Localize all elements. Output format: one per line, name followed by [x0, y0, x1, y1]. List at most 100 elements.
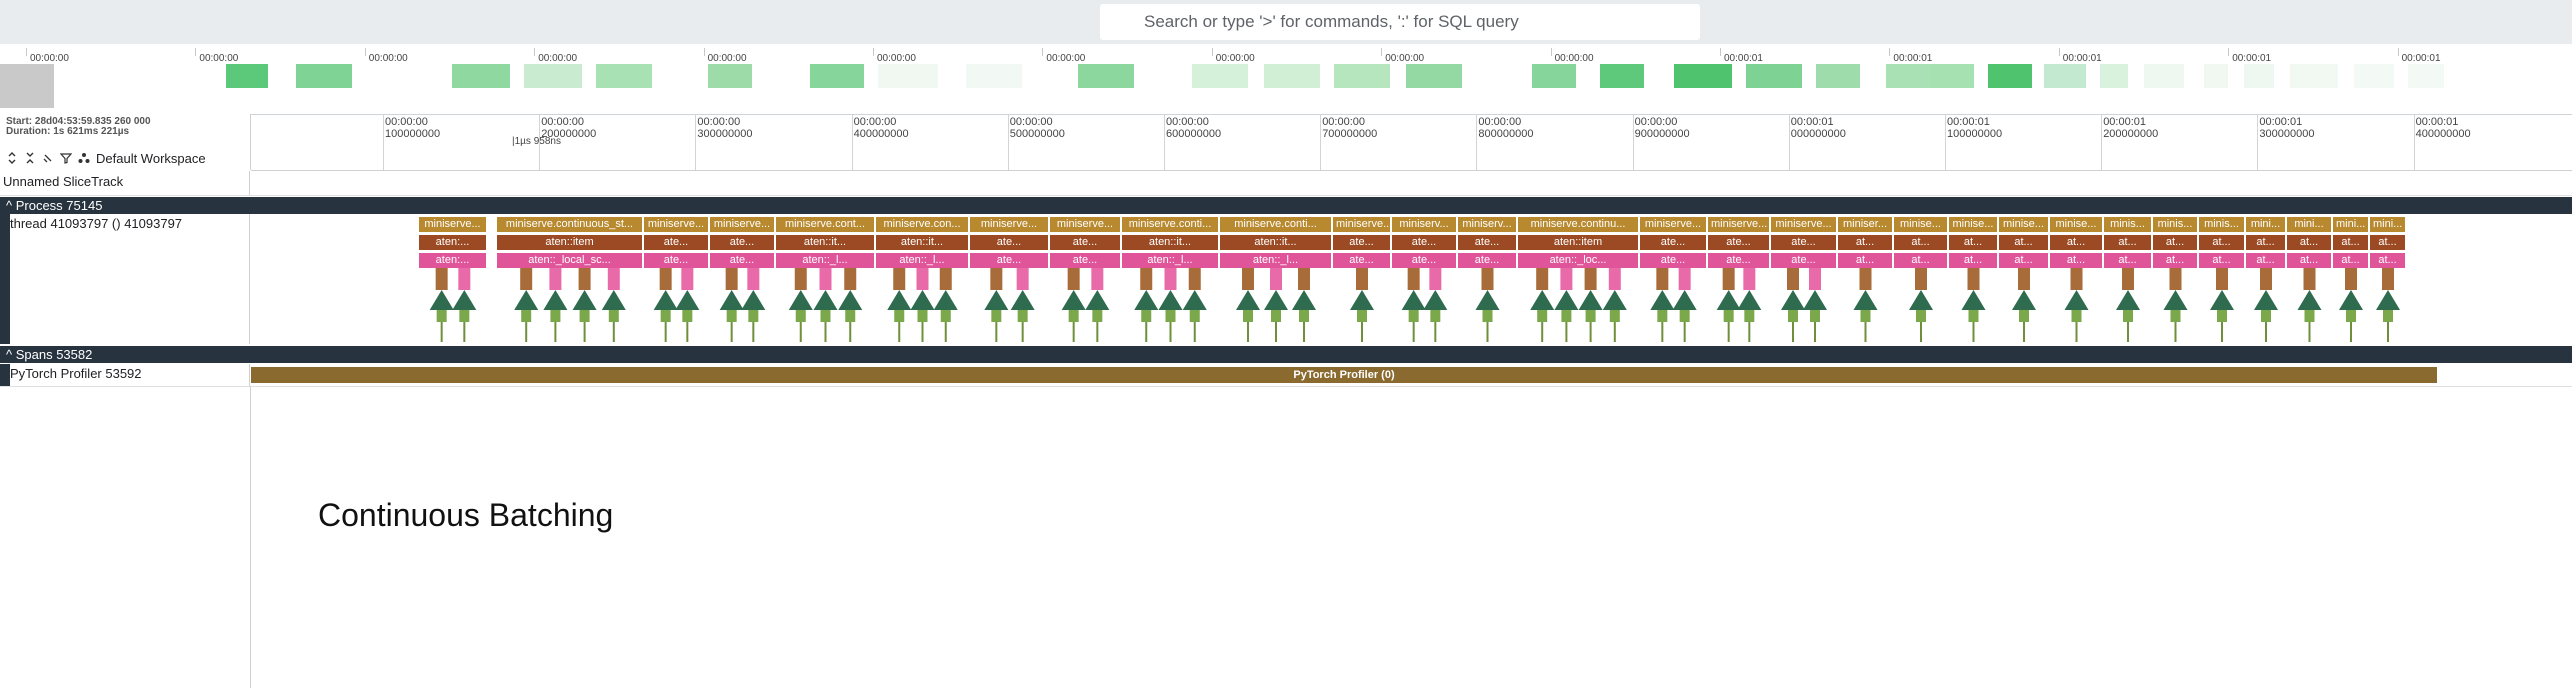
- slice-aten-item[interactable]: ate...: [1640, 235, 1706, 250]
- slice-miniserve[interactable]: minise...: [1949, 217, 1997, 232]
- slice-aten-local[interactable]: at...: [2333, 253, 2368, 268]
- slice-aten-local[interactable]: at...: [2050, 253, 2102, 268]
- slice-miniserve[interactable]: miniserve.cont...: [776, 217, 874, 232]
- slice-miniserve[interactable]: minise...: [1999, 217, 2048, 232]
- slice-miniserve[interactable]: minis...: [2104, 217, 2151, 232]
- pin-icon[interactable]: [42, 152, 54, 164]
- slice-aten-item[interactable]: at...: [1894, 235, 1947, 250]
- slice-miniserve[interactable]: miniserve.conti...: [1122, 217, 1218, 232]
- slice-aten-item[interactable]: ate...: [1458, 235, 1516, 250]
- slice-miniserve[interactable]: miniserv...: [1392, 217, 1456, 232]
- slice-miniserve[interactable]: miniser...: [1838, 217, 1892, 232]
- slice-miniserve[interactable]: minise...: [1894, 217, 1947, 232]
- slice-aten-item[interactable]: at...: [2370, 235, 2405, 250]
- slice-aten-item[interactable]: at...: [1999, 235, 2048, 250]
- slice-aten-item[interactable]: ate...: [1333, 235, 1390, 250]
- slice-miniserve[interactable]: miniserve...: [1708, 217, 1769, 232]
- slice-aten-item[interactable]: at...: [2246, 235, 2285, 250]
- collapse-all-icon[interactable]: [24, 152, 36, 164]
- slice-aten-item[interactable]: aten:...: [419, 235, 486, 250]
- slice-aten-local[interactable]: aten::_l...: [1220, 253, 1331, 268]
- slice-aten-local[interactable]: ate...: [1333, 253, 1390, 268]
- slice-aten-item[interactable]: ate...: [1708, 235, 1769, 250]
- slice-aten-item[interactable]: aten::item: [497, 235, 642, 250]
- slice-miniserve[interactable]: miniserve...: [1050, 217, 1120, 232]
- slice-miniserve[interactable]: minis...: [2199, 217, 2244, 232]
- slice-aten-local[interactable]: aten::_l...: [1122, 253, 1218, 268]
- slice-aten-local[interactable]: at...: [1999, 253, 2048, 268]
- slice-aten-local[interactable]: at...: [1894, 253, 1947, 268]
- slice-miniserve[interactable]: miniserve...: [1640, 217, 1706, 232]
- slice-aten-local[interactable]: ate...: [1050, 253, 1120, 268]
- slice-aten-item[interactable]: aten::item: [1518, 235, 1638, 250]
- slice-aten-local[interactable]: aten::_l...: [876, 253, 968, 268]
- slice-aten-local[interactable]: ate...: [1458, 253, 1516, 268]
- process-group-header[interactable]: ^ Process 75145: [0, 197, 2572, 214]
- overview-timeline[interactable]: 00:00:00 00:00:00 00:00:00 00:00:00 00:00:00…: [0, 44, 2572, 115]
- slice-miniserve[interactable]: miniserve...: [644, 217, 708, 232]
- slice-miniserve[interactable]: mini...: [2333, 217, 2368, 232]
- slice-miniserve[interactable]: miniserve...: [970, 217, 1048, 232]
- slice-aten-item[interactable]: at...: [2333, 235, 2368, 250]
- profiler-slice[interactable]: PyTorch Profiler (0): [251, 367, 2437, 383]
- slice-aten-local[interactable]: at...: [2370, 253, 2405, 268]
- slice-aten-item[interactable]: at...: [2287, 235, 2331, 250]
- slice-aten-local[interactable]: at...: [2287, 253, 2331, 268]
- slice-miniserve[interactable]: miniserve.con...: [876, 217, 968, 232]
- slice-miniserve[interactable]: minise...: [2050, 217, 2102, 232]
- slice-aten-item[interactable]: ate...: [710, 235, 774, 250]
- spans-group-header[interactable]: ^ Spans 53582: [0, 346, 2572, 363]
- slice-miniserve[interactable]: miniserv...: [1458, 217, 1516, 232]
- slice-miniserve[interactable]: miniserve...: [710, 217, 774, 232]
- slice-aten-local[interactable]: ate...: [1771, 253, 1836, 268]
- overview-handle[interactable]: [0, 64, 54, 108]
- slice-aten-item[interactable]: at...: [2104, 235, 2151, 250]
- slice-aten-item[interactable]: ate...: [644, 235, 708, 250]
- thread-track-area[interactable]: miniserve... aten:... aten:... miniserve.co…: [251, 214, 2572, 344]
- slice-aten-local[interactable]: at...: [2199, 253, 2244, 268]
- slice-aten-local[interactable]: ate...: [1708, 253, 1769, 268]
- slice-aten-item[interactable]: aten::it...: [776, 235, 874, 250]
- slice-aten-local[interactable]: ate...: [710, 253, 774, 268]
- slice-aten-item[interactable]: at...: [1838, 235, 1892, 250]
- slice-aten-item[interactable]: ate...: [1392, 235, 1456, 250]
- slice-miniserve[interactable]: miniserve.continu...: [1518, 217, 1638, 232]
- expand-all-icon[interactable]: [6, 152, 18, 164]
- slice-aten-local[interactable]: ate...: [644, 253, 708, 268]
- slice-miniserve[interactable]: mini...: [2246, 217, 2285, 232]
- slice-miniserve[interactable]: minis...: [2153, 217, 2197, 232]
- slice-aten-local[interactable]: ate...: [1392, 253, 1456, 268]
- slice-miniserve[interactable]: mini...: [2287, 217, 2331, 232]
- slice-miniserve[interactable]: mini...: [2370, 217, 2405, 232]
- slice-aten-local[interactable]: at...: [2153, 253, 2197, 268]
- slice-aten-local[interactable]: at...: [2104, 253, 2151, 268]
- slice-aten-item[interactable]: ate...: [970, 235, 1048, 250]
- slice-aten-item[interactable]: at...: [2199, 235, 2244, 250]
- slice-aten-local[interactable]: aten::_loc...: [1518, 253, 1638, 268]
- slice-aten-item[interactable]: aten::it...: [1220, 235, 1331, 250]
- slice-aten-item[interactable]: aten::it...: [1122, 235, 1218, 250]
- workspace-name[interactable]: Default Workspace: [96, 151, 206, 166]
- slice-aten-local[interactable]: aten:...: [419, 253, 486, 268]
- slice-miniserve[interactable]: miniserve.continuous_st...: [497, 217, 642, 232]
- slice-aten-local[interactable]: aten::_local_sc...: [497, 253, 642, 268]
- filter-icon[interactable]: [60, 152, 72, 164]
- slice-aten-item[interactable]: ate...: [1771, 235, 1836, 250]
- slice-miniserve[interactable]: miniserve...: [419, 217, 486, 232]
- slice-aten-item[interactable]: aten::it...: [876, 235, 968, 250]
- slice-aten-item[interactable]: at...: [2153, 235, 2197, 250]
- search-input[interactable]: [1100, 4, 1700, 40]
- workspace-icon[interactable]: [78, 152, 90, 164]
- slice-aten-item[interactable]: ate...: [1050, 235, 1120, 250]
- slice-aten-local[interactable]: ate...: [1640, 253, 1706, 268]
- slice-miniserve[interactable]: miniserve...: [1333, 217, 1390, 232]
- time-ruler[interactable]: |1µs 958ns 00:00:00 100000000 00:00:00 2000…: [251, 114, 2572, 171]
- slice-aten-local[interactable]: at...: [1949, 253, 1997, 268]
- slice-aten-local[interactable]: at...: [2246, 253, 2285, 268]
- slice-aten-local[interactable]: aten::_l...: [776, 253, 874, 268]
- slice-aten-local[interactable]: at...: [1838, 253, 1892, 268]
- slice-miniserve[interactable]: miniserve.conti...: [1220, 217, 1331, 232]
- slice-aten-item[interactable]: at...: [1949, 235, 1997, 250]
- slice-miniserve[interactable]: miniserve...: [1771, 217, 1836, 232]
- slice-aten-local[interactable]: ate...: [970, 253, 1048, 268]
